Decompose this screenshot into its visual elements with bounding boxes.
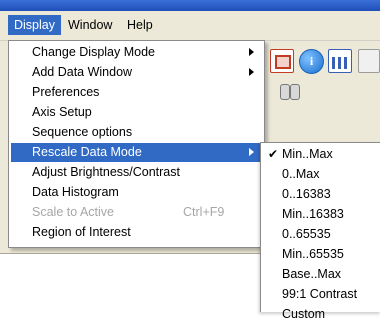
submenu-item-base-max[interactable]: Base..Max (262, 264, 380, 284)
menu-window[interactable]: Window (62, 15, 118, 35)
menu-item-axis-setup[interactable]: Axis Setup (11, 103, 262, 122)
submenu-item-label: 0..Max (282, 167, 320, 181)
menu-item-region-of-interest[interactable]: Region of Interest (11, 223, 262, 242)
submenu-item-0-16383[interactable]: 0..16383 (262, 184, 380, 204)
menu-item-label: Sequence options (32, 125, 133, 139)
submenu-item-label: 99:1 Contrast (282, 287, 358, 301)
submenu-item-min-max[interactable]: ✔ Min..Max (262, 144, 380, 164)
menu-help[interactable]: Help (121, 15, 159, 35)
menu-display[interactable]: Display (8, 15, 61, 35)
histogram-chart-icon[interactable] (328, 49, 352, 73)
submenu-arrow-icon (249, 68, 254, 76)
submenu-item-min-65535[interactable]: Min..65535 (262, 244, 380, 264)
rescale-data-mode-submenu: ✔ Min..Max 0..Max 0..16383 Min..16383 0.… (260, 142, 380, 321)
menu-item-label: Preferences (32, 85, 100, 99)
submenu-item-min-16383[interactable]: Min..16383 (262, 204, 380, 224)
submenu-item-0-max[interactable]: 0..Max (262, 164, 380, 184)
binoculars-right-lens (290, 84, 300, 100)
menu-item-label: Change Display Mode (32, 45, 155, 59)
submenu-item-label: Base..Max (282, 267, 342, 281)
toolbar-button-partial[interactable] (358, 49, 380, 73)
menu-item-label: Add Data Window (32, 65, 133, 79)
submenu-item-label: Min..16383 (282, 207, 344, 221)
window-title-strip (0, 0, 380, 11)
menu-bar: Display Window Help (0, 11, 380, 41)
menu-item-sequence-options[interactable]: Sequence options (11, 123, 262, 142)
menu-item-label: Region of Interest (32, 225, 131, 239)
menu-item-add-data-window[interactable]: Add Data Window (11, 63, 262, 82)
menu-item-rescale-data-mode[interactable]: Rescale Data Mode (11, 143, 262, 162)
menu-item-preferences[interactable]: Preferences (11, 83, 262, 102)
menu-item-shortcut: Ctrl+F9 (183, 205, 225, 219)
menu-item-label: Data Histogram (32, 185, 119, 199)
submenu-item-99-1-contrast[interactable]: 99:1 Contrast (262, 284, 380, 304)
submenu-item-custom[interactable]: Custom (262, 304, 380, 324)
info-icon[interactable]: i (299, 49, 324, 74)
roi-icon[interactable] (270, 49, 294, 73)
submenu-item-label: 0..16383 (282, 187, 331, 201)
menu-item-adjust-brightness-contrast[interactable]: Adjust Brightness/Contrast (11, 163, 262, 182)
submenu-item-label: Min..65535 (282, 247, 344, 261)
menu-item-label: Axis Setup (32, 105, 92, 119)
menu-item-scale-to-active: Scale to Active Ctrl+F9 (11, 203, 262, 222)
menu-item-change-display-mode[interactable]: Change Display Mode (11, 43, 262, 62)
menu-item-label: Rescale Data Mode (32, 145, 142, 159)
submenu-item-0-65535[interactable]: 0..65535 (262, 224, 380, 244)
checkmark-icon: ✔ (268, 147, 279, 161)
menu-item-label: Adjust Brightness/Contrast (32, 165, 180, 179)
submenu-item-label: Custom (282, 307, 326, 321)
submenu-arrow-icon (249, 148, 254, 156)
submenu-item-label: Min..Max (282, 147, 333, 161)
menu-item-data-histogram[interactable]: Data Histogram (11, 183, 262, 202)
submenu-arrow-icon (249, 48, 254, 56)
display-menu: Change Display Mode Add Data Window Pref… (8, 40, 265, 248)
submenu-item-label: 0..65535 (282, 227, 331, 241)
menu-item-label: Scale to Active (32, 205, 114, 219)
binoculars-left-lens (280, 84, 290, 100)
binoculars-icon[interactable] (279, 80, 301, 100)
